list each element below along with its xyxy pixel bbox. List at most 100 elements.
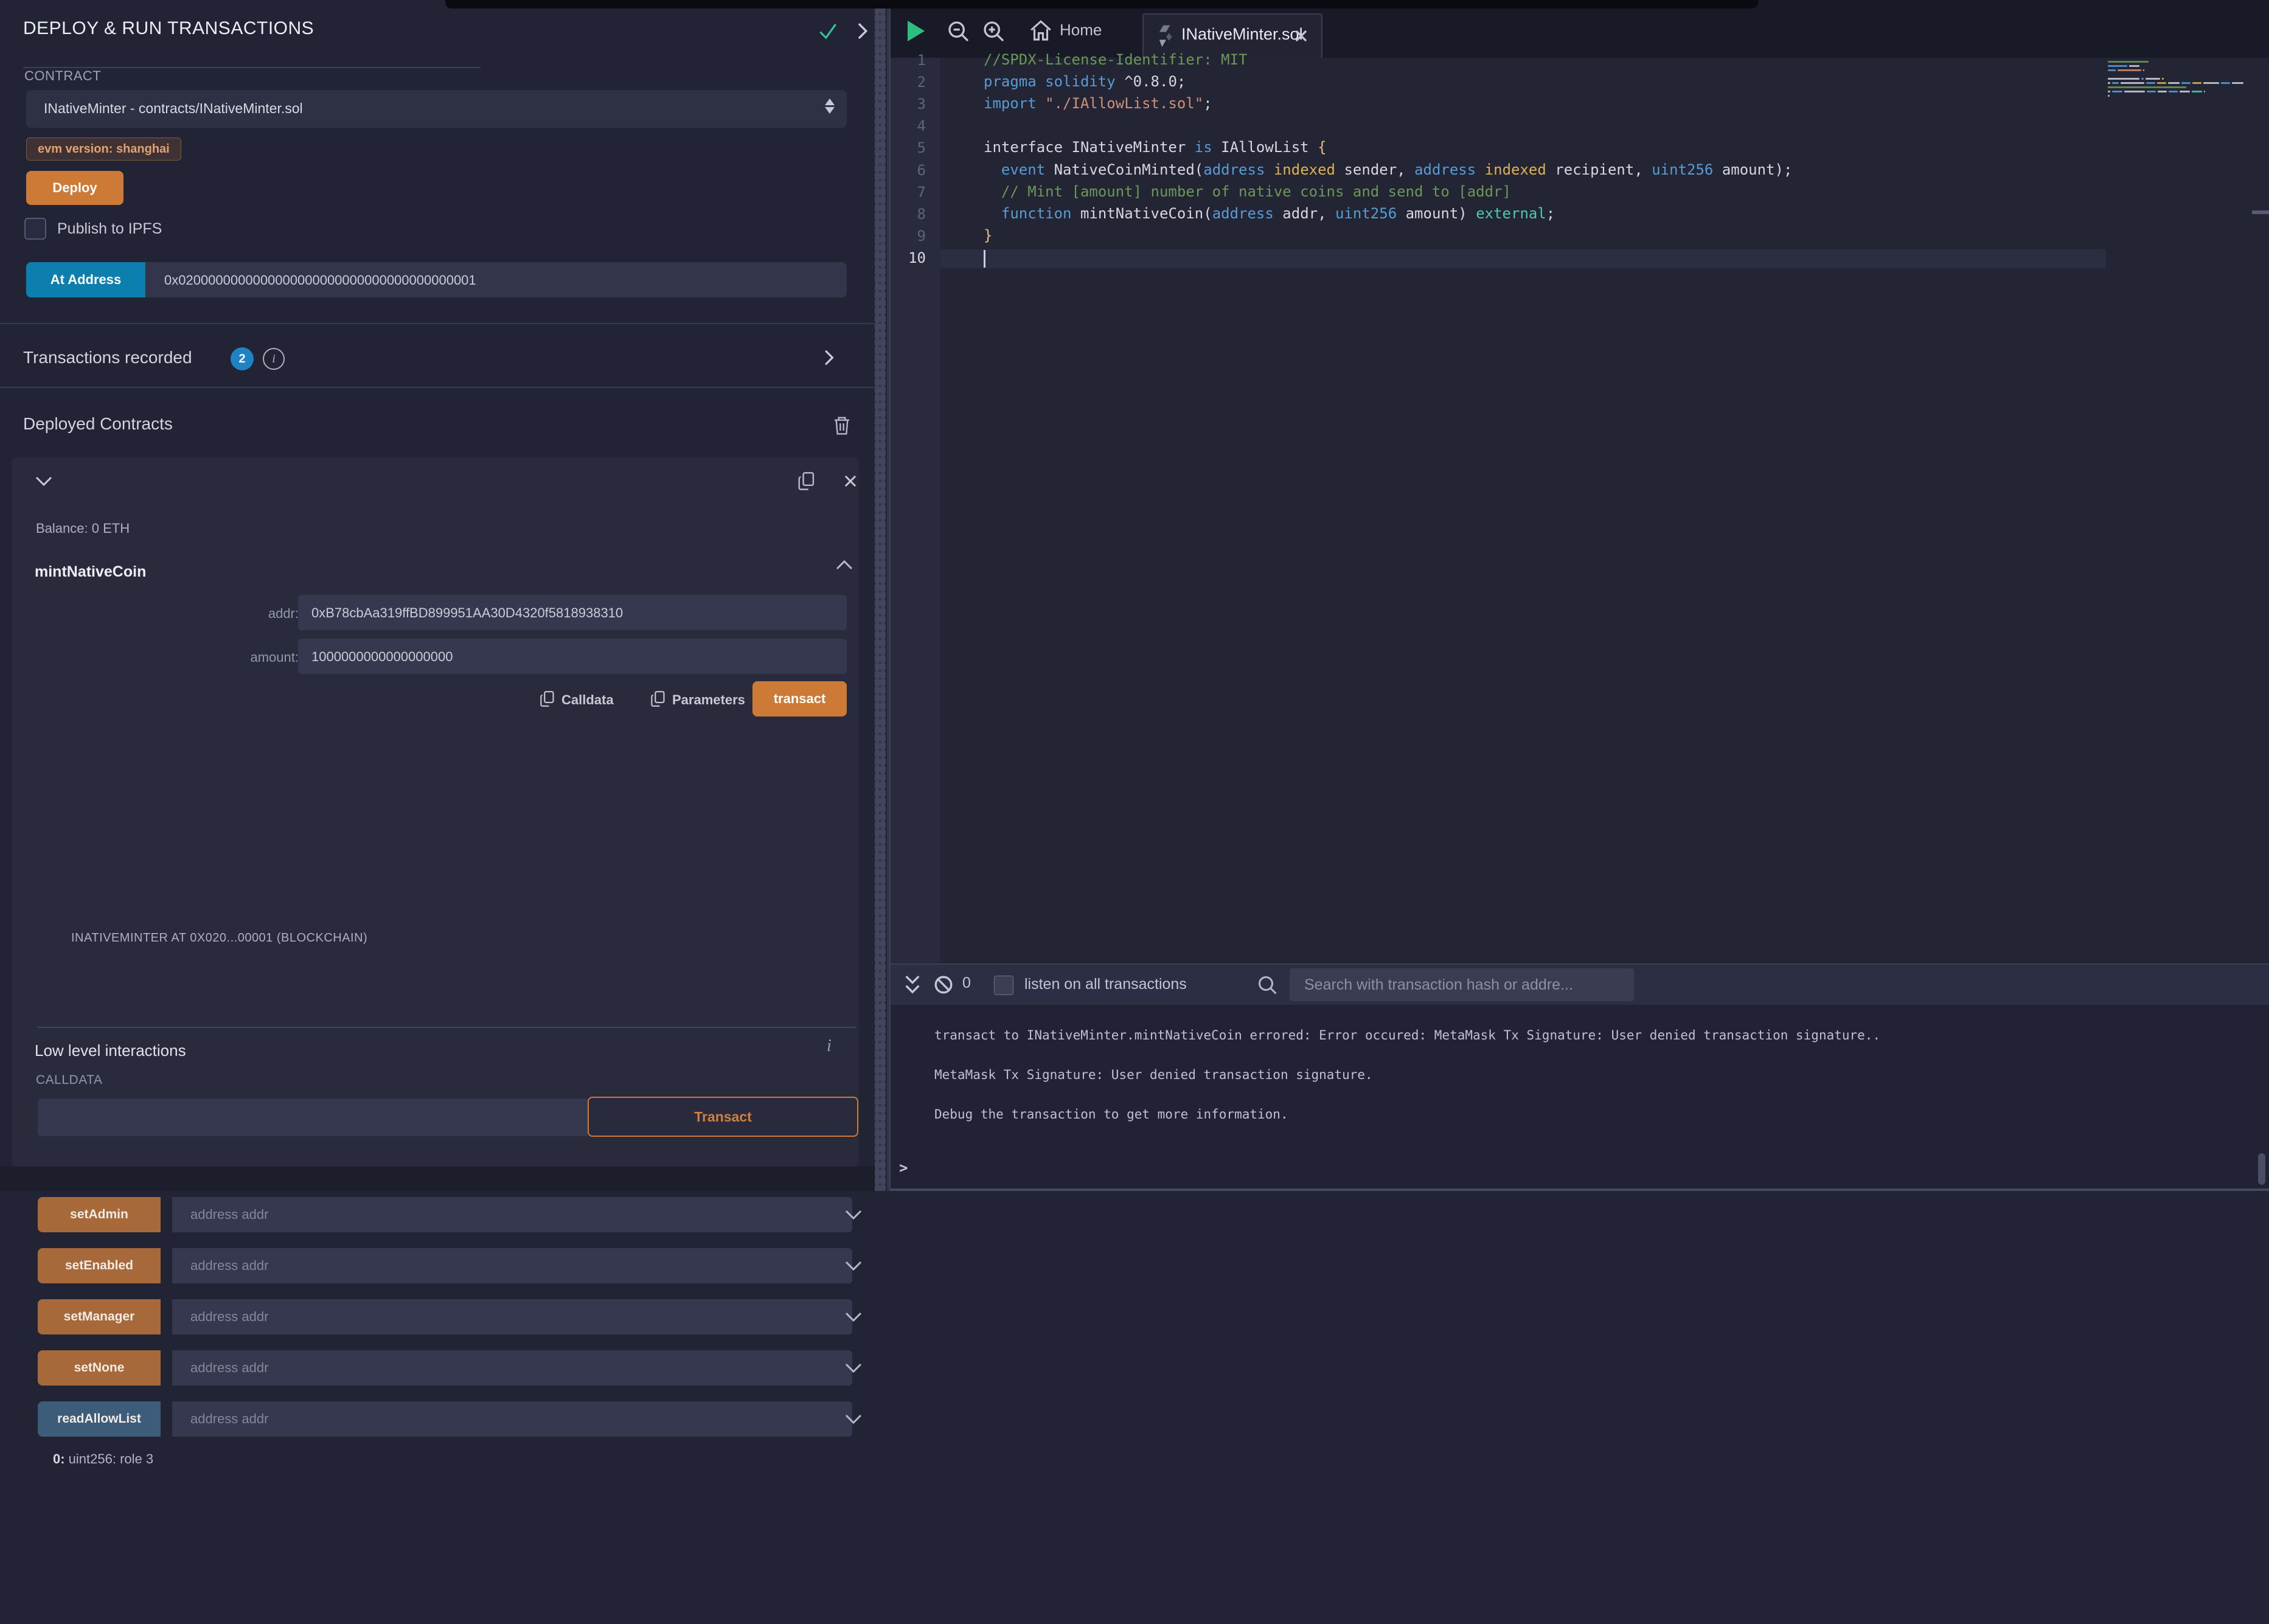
contract-select[interactable]: INativeMinter - contracts/INativeMinter.…: [26, 90, 847, 128]
at-address-value: 0x02000000000000000000000000000000000000…: [164, 272, 476, 288]
select-arrows-icon: [825, 97, 835, 116]
clear-console-icon[interactable]: [933, 974, 954, 995]
collapse-terminal-icon[interactable]: [902, 973, 923, 996]
call-result: 0: uint256: role 3: [53, 1451, 153, 1467]
file-tab-label: INativeMinter.sol: [1181, 25, 1303, 44]
code-line-3: import "./IAllowList.sol";: [984, 95, 1212, 112]
function-param-input-readAllowList[interactable]: address addr: [172, 1401, 852, 1437]
function-button-setManager[interactable]: setManager: [38, 1299, 161, 1334]
code-token: [1265, 161, 1273, 178]
transactions-recorded-label: Transactions recorded: [23, 348, 192, 367]
line-number: 10: [891, 249, 926, 266]
expand-function-chevron-icon[interactable]: [844, 1361, 863, 1375]
function-collapse-chevron-icon[interactable]: [835, 558, 853, 572]
low-level-calldata-input[interactable]: [38, 1098, 588, 1136]
expand-function-chevron-icon[interactable]: [844, 1208, 863, 1221]
function-param-input-setEnabled[interactable]: address addr: [172, 1248, 852, 1283]
panel-title: DEPLOY & RUN TRANSACTIONS: [23, 18, 314, 39]
minimap-row: [2108, 86, 2251, 88]
amount-param-label: amount:: [226, 650, 299, 665]
listen-transactions-checkbox[interactable]: [994, 976, 1013, 995]
copy-parameters-icon[interactable]: [650, 690, 666, 708]
transactions-expand-chevron-icon[interactable]: [820, 348, 837, 367]
home-tab[interactable]: Home: [1060, 21, 1102, 40]
code-line-1: //SPDX-License-Identifier: MIT: [984, 51, 1247, 68]
addr-param-input[interactable]: 0xB78cbAa319ffBD899951AA30D4320f58189383…: [298, 595, 847, 630]
run-script-play-icon[interactable]: [908, 21, 925, 41]
function-button-setNone[interactable]: setNone: [38, 1350, 161, 1386]
copy-parameters-label[interactable]: Parameters: [672, 692, 745, 708]
transactions-count-badge: 2: [231, 347, 254, 370]
panel-bottom-strip: [0, 1167, 875, 1191]
low-level-transact-button[interactable]: Transact: [588, 1097, 858, 1137]
terminal-search-input[interactable]: Search with transaction hash or addre...: [1290, 968, 1634, 1001]
trash-icon[interactable]: [832, 415, 852, 437]
copy-calldata-label[interactable]: Calldata: [561, 692, 614, 708]
calldata-label: CALLDATA: [36, 1073, 102, 1088]
terminal-search-icon: [1257, 974, 1279, 996]
solidity-icon: [1158, 24, 1174, 47]
terminal-bottom-border: [891, 1189, 2269, 1191]
copy-calldata-icon[interactable]: [540, 690, 555, 708]
terminal-scrollbar-thumb[interactable]: [2258, 1153, 2265, 1185]
function-param-input-setNone[interactable]: address addr: [172, 1350, 852, 1386]
code-token: address: [1212, 205, 1274, 222]
code-token: {: [1318, 139, 1326, 156]
code-token: mintNativeCoin(: [1072, 205, 1212, 222]
instance-balance: Balance: 0 ETH: [36, 521, 130, 536]
code-line-7: // Mint [amount] number of native coins …: [984, 183, 1511, 200]
divider: [0, 323, 875, 324]
minimap-row: [2108, 78, 2251, 80]
zoom-out-icon[interactable]: [947, 19, 971, 44]
line-number: 7: [891, 184, 926, 201]
divider: [0, 387, 875, 388]
panel-resize-handle[interactable]: [875, 0, 886, 1191]
line-number: 9: [891, 227, 926, 245]
editor-minimap[interactable]: [2108, 61, 2251, 140]
param-placeholder: address addr: [190, 1309, 268, 1325]
deployed-contracts-label: Deployed Contracts: [23, 414, 173, 434]
deploy-button[interactable]: Deploy: [26, 171, 123, 205]
code-line-9: }: [984, 227, 992, 244]
code-token: interface INativeMinter: [984, 139, 1195, 156]
remove-instance-icon[interactable]: [843, 473, 858, 489]
minimap-row: [2108, 95, 2251, 97]
evm-version-badge: evm version: shanghai: [26, 137, 181, 161]
publish-ipfs-checkbox[interactable]: [24, 218, 46, 240]
code-token: address: [1203, 161, 1265, 178]
function-button-readAllowList[interactable]: readAllowList: [38, 1401, 161, 1437]
function-button-setEnabled[interactable]: setEnabled: [38, 1248, 161, 1283]
line-number: 1: [891, 52, 926, 69]
line-number: 4: [891, 117, 926, 134]
code-token: external: [1476, 205, 1546, 222]
param-placeholder: address addr: [190, 1258, 268, 1274]
expand-function-chevron-icon[interactable]: [844, 1310, 863, 1324]
expand-function-chevron-icon[interactable]: [844, 1259, 863, 1272]
low-level-info-icon[interactable]: i: [827, 1036, 832, 1056]
top-black-bar: [445, 0, 1758, 9]
code-token: "./IAllowList.sol": [1045, 95, 1203, 112]
zoom-in-icon[interactable]: [982, 19, 1006, 44]
home-icon[interactable]: [1028, 18, 1054, 44]
at-address-input[interactable]: 0x02000000000000000000000000000000000000…: [145, 262, 847, 297]
at-address-button[interactable]: At Address: [26, 262, 145, 297]
transact-button[interactable]: transact: [752, 681, 847, 717]
instance-collapse-chevron-icon[interactable]: [35, 474, 53, 488]
info-icon[interactable]: i: [263, 348, 285, 370]
collapse-panel-chevron-icon[interactable]: [853, 21, 871, 41]
expand-function-chevron-icon[interactable]: [844, 1412, 863, 1426]
function-param-input-setManager[interactable]: address addr: [172, 1299, 852, 1334]
minimap-row: [2108, 82, 2251, 84]
amount-param-input[interactable]: 1000000000000000000: [298, 639, 847, 674]
code-token: addr,: [1274, 205, 1335, 222]
function-param-input-setAdmin[interactable]: address addr: [172, 1197, 852, 1232]
function-rows: setAdmin address addr setEnabled address ad…: [23, 915, 870, 1624]
copy-address-icon[interactable]: [797, 471, 816, 491]
function-button-setAdmin[interactable]: setAdmin: [38, 1197, 161, 1232]
minimap-row: [2108, 65, 2251, 67]
pending-tx-count: 0: [962, 974, 971, 992]
publish-ipfs-label: Publish to IPFS: [57, 220, 162, 238]
addr-param-label: addr:: [226, 606, 299, 622]
listen-transactions-label: listen on all transactions: [1024, 976, 1187, 993]
close-tab-icon[interactable]: [1293, 28, 1309, 44]
